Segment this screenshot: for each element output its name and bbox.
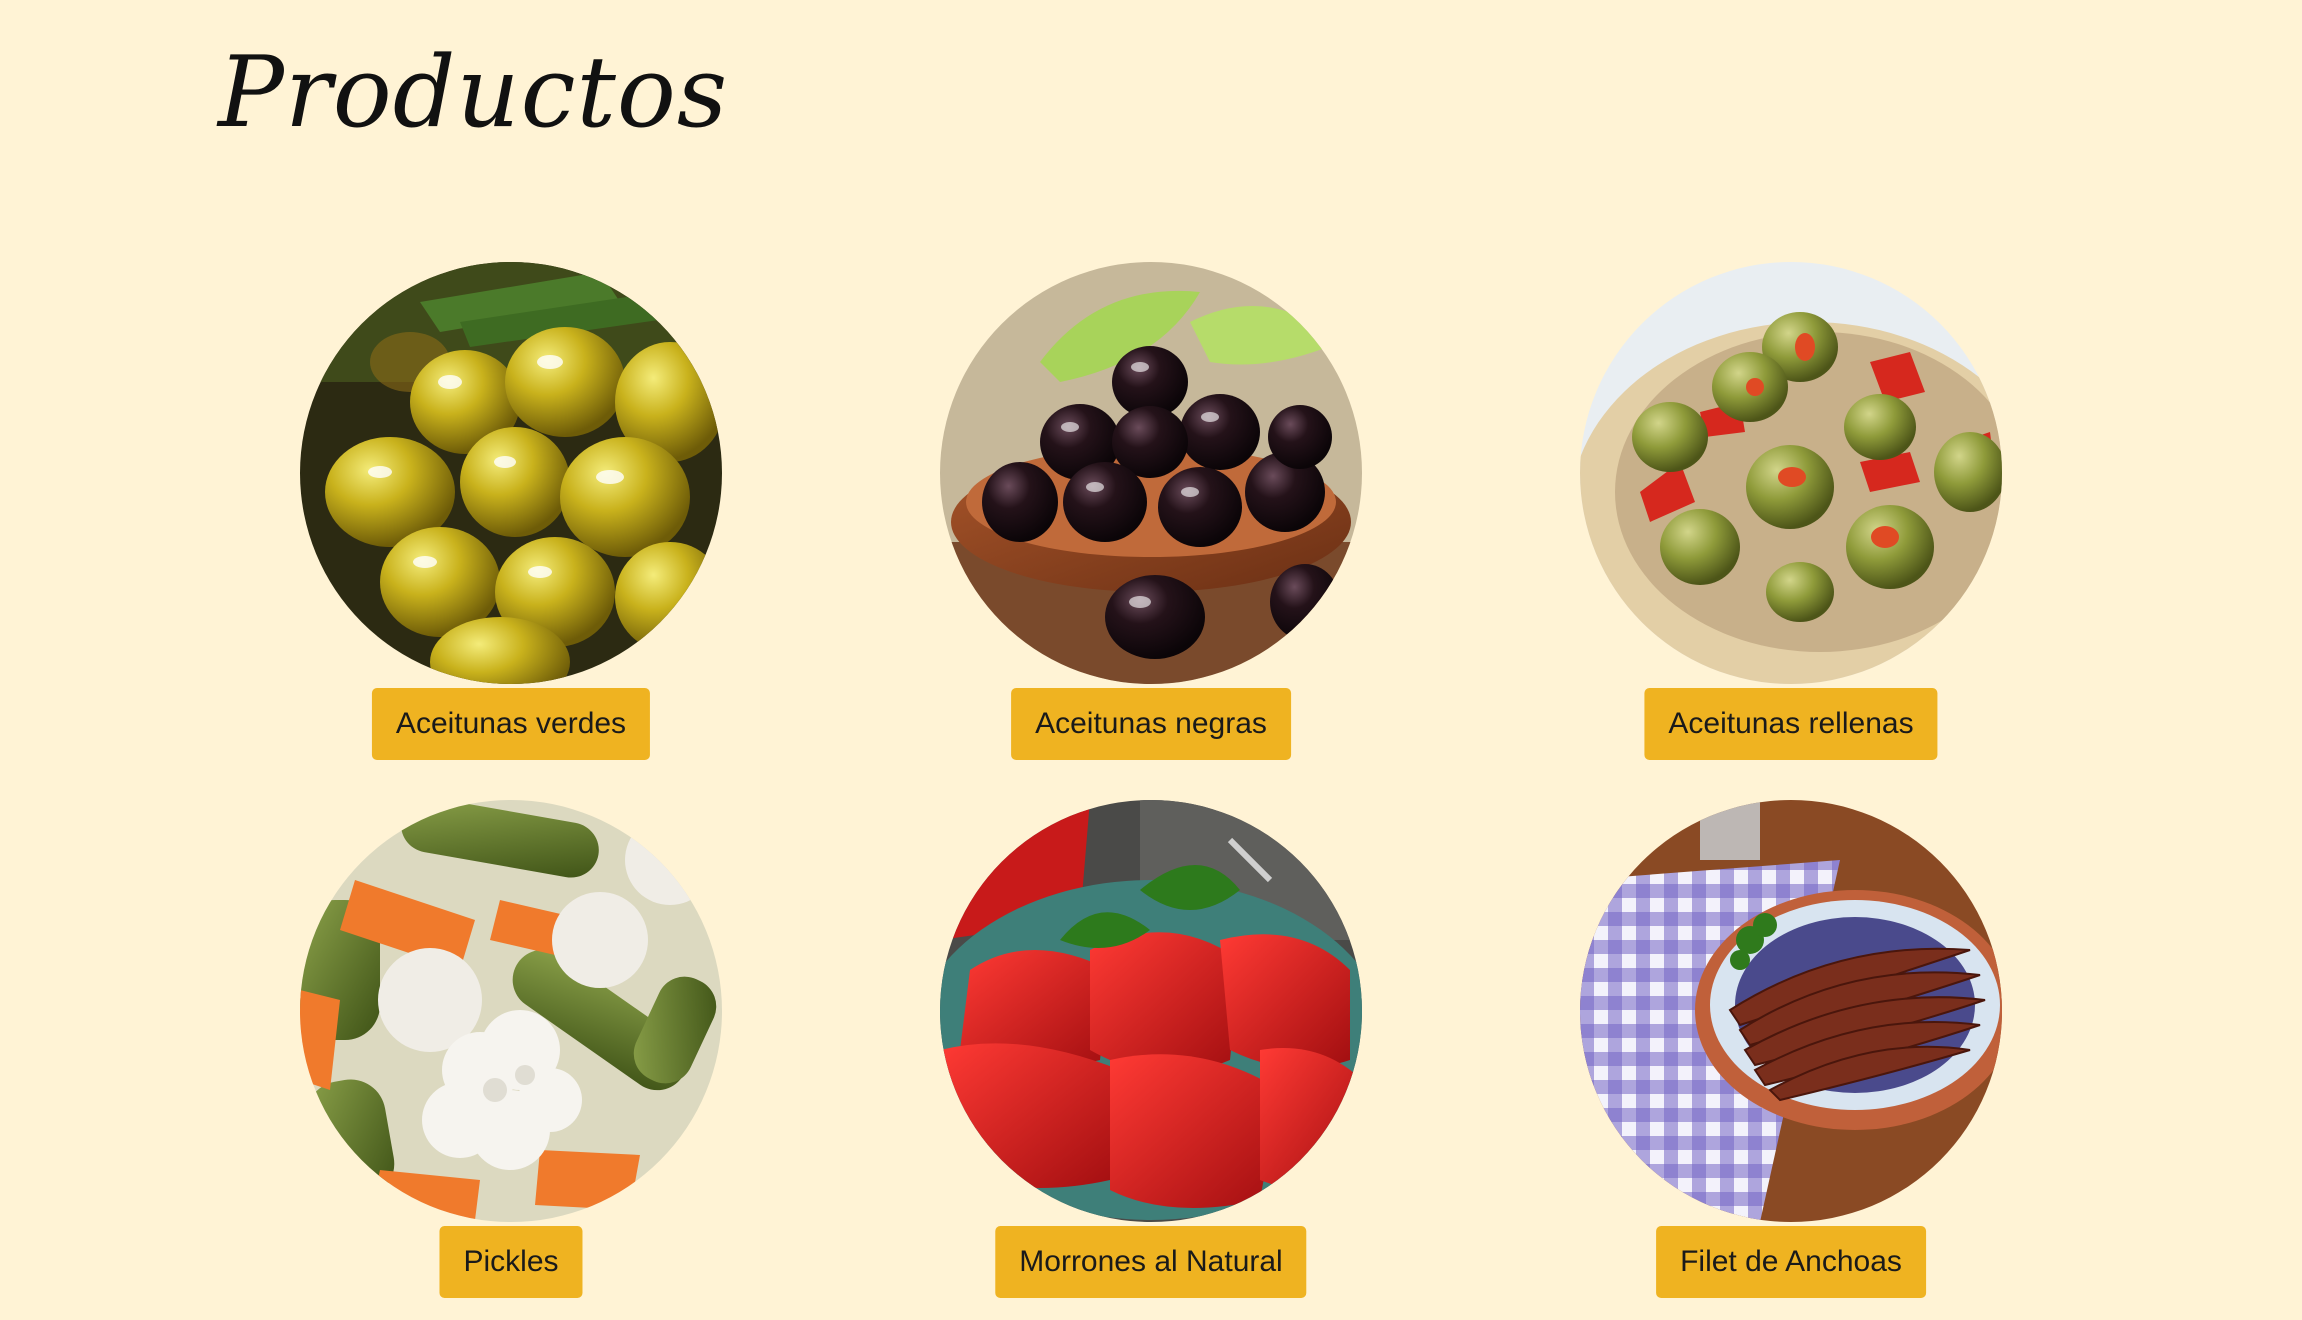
pickles-image[interactable] — [300, 800, 722, 1222]
anchovies-image[interactable] — [1580, 800, 2002, 1222]
product-card-aceitunas-rellenas[interactable]: Aceitunas rellenas — [1511, 262, 2071, 782]
product-grid: Aceitunas verdes Aceitunas negras Aceitu… — [0, 0, 2302, 1300]
product-button-filet-de-anchoas[interactable]: Filet de Anchoas — [1656, 1226, 1926, 1298]
green-olives-image[interactable] — [300, 262, 722, 684]
anchovies-illustration — [1580, 800, 2002, 1222]
product-button-aceitunas-verdes[interactable]: Aceitunas verdes — [371, 688, 651, 760]
green-olives-illustration — [300, 262, 722, 684]
black-olives-illustration — [940, 262, 1362, 684]
product-card-aceitunas-verdes[interactable]: Aceitunas verdes — [231, 262, 791, 782]
product-button-morrones-al-natural[interactable]: Morrones al Natural — [995, 1226, 1307, 1298]
red-peppers-image[interactable] — [940, 800, 1362, 1222]
red-peppers-illustration — [940, 800, 1362, 1222]
stuffed-olives-illustration — [1580, 262, 2002, 684]
product-card-pickles[interactable]: Pickles — [231, 800, 791, 1320]
pickles-illustration — [300, 800, 722, 1222]
product-button-aceitunas-negras[interactable]: Aceitunas negras — [1011, 688, 1291, 760]
product-button-pickles[interactable]: Pickles — [439, 1226, 583, 1298]
product-card-filet-de-anchoas[interactable]: Filet de Anchoas — [1511, 800, 2071, 1320]
stuffed-olives-image[interactable] — [1580, 262, 2002, 684]
product-card-aceitunas-negras[interactable]: Aceitunas negras — [871, 262, 1431, 782]
product-card-morrones-al-natural[interactable]: Morrones al Natural — [871, 800, 1431, 1320]
black-olives-image[interactable] — [940, 262, 1362, 684]
product-button-aceitunas-rellenas[interactable]: Aceitunas rellenas — [1644, 688, 1938, 760]
